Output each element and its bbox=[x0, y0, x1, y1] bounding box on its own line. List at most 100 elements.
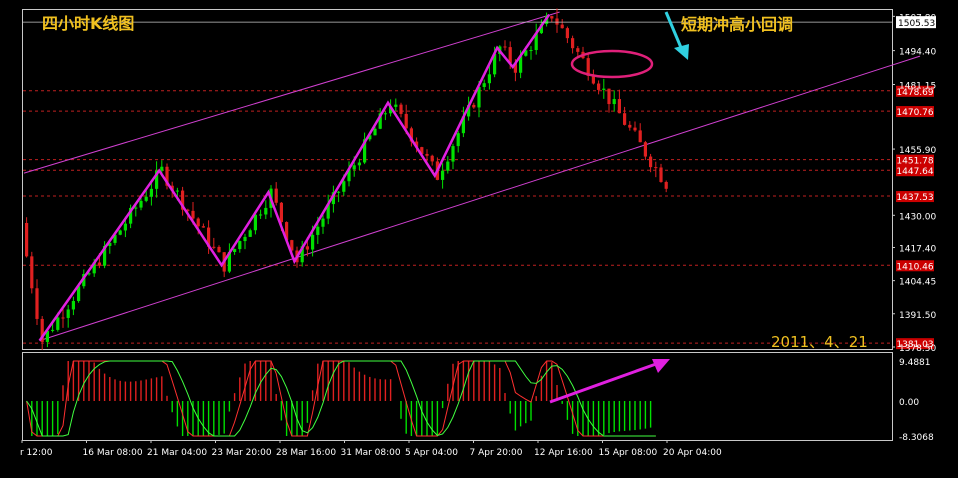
candle-body bbox=[311, 234, 315, 250]
candle-body bbox=[217, 246, 221, 253]
candle-body bbox=[571, 38, 575, 49]
macd-tick-label: -8.3068 bbox=[899, 433, 934, 443]
candle-body bbox=[238, 241, 242, 250]
level-label: 1451.78 bbox=[896, 157, 933, 167]
candle-body bbox=[134, 207, 138, 209]
candle-body bbox=[373, 128, 377, 136]
candle-body bbox=[264, 207, 268, 215]
price-tick-label: 1391.50 bbox=[899, 311, 936, 321]
chart-title: 四小时K线图 bbox=[42, 14, 134, 33]
candle-body bbox=[118, 230, 122, 235]
annotation-text: 短期冲高小回调 bbox=[681, 15, 793, 34]
price-tick-label: 1430.00 bbox=[899, 212, 936, 222]
current-price-label: 1505.53 bbox=[898, 19, 935, 29]
candle-body bbox=[149, 188, 153, 197]
candle-body bbox=[248, 230, 252, 237]
candle-body bbox=[259, 214, 263, 216]
candle-body bbox=[139, 200, 143, 208]
candle-body bbox=[253, 214, 257, 231]
time-tick-label: 31 Mar 08:00 bbox=[341, 448, 401, 458]
chart-canvas: 1478.691470.761451.781447.641437.531410.… bbox=[20, 8, 936, 458]
candle-body bbox=[352, 165, 356, 170]
candle-body bbox=[602, 88, 606, 90]
candle-body bbox=[503, 46, 507, 48]
time-tick-label: 20 Apr 04:00 bbox=[663, 448, 722, 458]
support-resistance-levels: 1478.691470.761451.781447.641437.531410.… bbox=[23, 85, 934, 350]
consolidation-ellipse bbox=[570, 49, 654, 79]
candle-body bbox=[430, 155, 434, 162]
candle-body bbox=[628, 124, 632, 128]
price-tick-label: 1378.50 bbox=[899, 344, 936, 354]
candle-body bbox=[305, 246, 309, 250]
candle-body bbox=[659, 167, 663, 182]
candle-body bbox=[175, 190, 179, 192]
level-label: 1437.53 bbox=[896, 193, 933, 203]
candle-body bbox=[550, 16, 554, 19]
time-tick-label: r 12:00 bbox=[20, 448, 53, 458]
candle-body bbox=[456, 133, 460, 147]
candle-body bbox=[643, 142, 647, 157]
candle-body bbox=[623, 113, 627, 125]
candle-body bbox=[612, 99, 616, 105]
candle-body bbox=[30, 256, 34, 289]
candle-body bbox=[451, 146, 455, 162]
macd-uptrend-arrow-icon bbox=[549, 359, 670, 404]
candle-body bbox=[191, 210, 195, 219]
candle-body bbox=[243, 236, 247, 242]
candle-body bbox=[597, 83, 601, 90]
time-tick-label: 21 Mar 04:00 bbox=[147, 448, 207, 458]
candle-body bbox=[638, 130, 642, 143]
candle-body bbox=[446, 161, 450, 171]
candle-body bbox=[233, 249, 237, 252]
candle-body bbox=[51, 329, 55, 331]
candle-body bbox=[472, 104, 476, 108]
time-axis: r 12:00 16 Mar 08:00 21 Mar 04:00 23 Mar 20… bbox=[20, 440, 722, 458]
candle-body bbox=[66, 309, 70, 318]
candle-body bbox=[649, 156, 653, 168]
candle-body bbox=[71, 301, 75, 310]
time-tick-label: 28 Mar 16:00 bbox=[276, 448, 336, 458]
macd-tick-label: 9.4881 bbox=[899, 358, 931, 368]
time-tick-label: 23 Mar 20:00 bbox=[212, 448, 272, 458]
price-tick-label: 1481.15 bbox=[899, 81, 936, 91]
level-label: 1470.76 bbox=[896, 108, 933, 118]
candle-body bbox=[633, 127, 637, 131]
time-tick-label: 12 Apr 16:00 bbox=[534, 448, 593, 458]
candle-body bbox=[404, 113, 408, 129]
candle-body bbox=[565, 28, 569, 39]
candle-body bbox=[160, 166, 164, 171]
candle-body bbox=[591, 75, 595, 84]
date-label: 2011、4、21 bbox=[771, 333, 868, 351]
candle-body bbox=[274, 188, 278, 203]
zigzag-line bbox=[38, 13, 551, 342]
candle-body bbox=[441, 170, 445, 180]
time-tick-label: 15 Apr 08:00 bbox=[599, 448, 658, 458]
candle-body bbox=[35, 288, 39, 319]
candle-body bbox=[337, 191, 341, 193]
candle-body bbox=[357, 162, 361, 166]
candle-body bbox=[123, 223, 127, 231]
candle-body bbox=[399, 104, 403, 114]
time-tick-label: 5 Apr 04:00 bbox=[405, 448, 458, 458]
candle-body bbox=[482, 83, 486, 87]
candle-body bbox=[25, 222, 29, 257]
macd-tick-label: 0.00 bbox=[899, 398, 919, 408]
candle-body bbox=[316, 226, 320, 235]
candle-body bbox=[321, 218, 325, 227]
price-tick-label: 1417.40 bbox=[899, 245, 936, 255]
candle-body bbox=[560, 24, 564, 29]
candle-body bbox=[97, 262, 101, 266]
candle-body bbox=[607, 88, 611, 105]
level-label: 1410.46 bbox=[896, 262, 933, 272]
candle-body bbox=[654, 167, 658, 169]
candle-body bbox=[394, 104, 398, 107]
candle-body bbox=[342, 181, 346, 192]
price-tick-label: 1404.45 bbox=[899, 278, 936, 288]
candle-body bbox=[201, 226, 205, 228]
candle-body bbox=[383, 113, 387, 115]
price-tick-label: 1455.90 bbox=[899, 146, 936, 156]
candle-body bbox=[664, 181, 668, 189]
level-label: 1447.64 bbox=[896, 167, 933, 177]
candle-body bbox=[576, 48, 580, 52]
candle-body bbox=[279, 202, 283, 223]
